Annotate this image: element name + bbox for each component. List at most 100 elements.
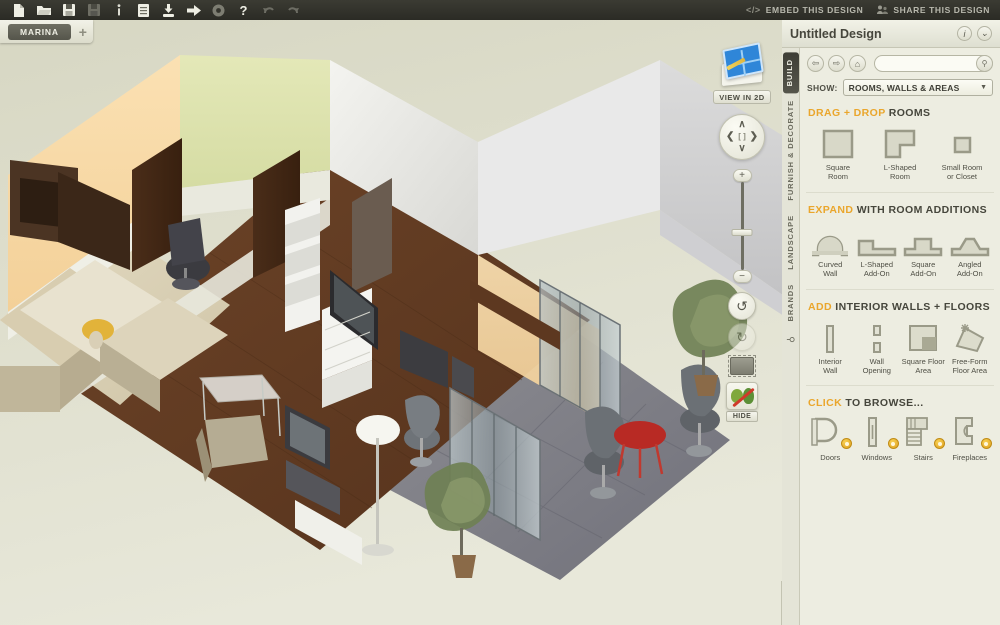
pan-left-icon[interactable]: ❮ [726,132,734,142]
open-folder-icon[interactable] [31,0,56,20]
save-icon[interactable] [56,0,81,20]
pan-up-icon[interactable]: ∧ [738,120,745,130]
tile-label-angled-addon: Angled Add-On [957,260,983,279]
tile-curved-wall[interactable]: Curved Wall [808,223,853,279]
document-tab-marina[interactable]: MARINA [8,24,71,40]
square-floor-area-icon [900,320,946,354]
tile-stairs[interactable]: Stairs [901,416,946,462]
pan-right-icon[interactable]: ❯ [750,132,758,142]
browse-badge-icon[interactable] [888,438,899,449]
section-room-additions: EXPAND WITH ROOM ADDITIONS Curved Wall L… [800,193,1000,279]
tile-label-wall-opening: Wall Opening [863,357,891,376]
tools-panel: Untitled Design i ⌄ BUILD FURNISH & DECO… [782,20,1000,625]
browse-badge-icon[interactable] [934,438,945,449]
l-shaped-room-icon [877,126,923,160]
info-icon[interactable] [106,0,131,20]
design-viewport-3d[interactable]: VIEW IN 2D ∧ ∨ ❮ ❯ [ ] + − ↺ ↻ [0,20,782,625]
tile-label-fireplaces: Fireplaces [952,453,987,462]
section-title-rest: INTERIOR WALLS + FLOORS [832,301,990,313]
help-question-icon[interactable]: ? [231,0,256,20]
viewport-controls: VIEW IN 2D ∧ ∨ ❮ ❯ [ ] + − ↺ ↻ [710,44,774,422]
people-share-icon [877,5,888,16]
hide-objects-button[interactable] [726,382,758,410]
tile-windows[interactable]: Windows [855,416,900,462]
tile-l-shaped-room[interactable]: L-Shaped Room [870,126,930,182]
tab-brands[interactable]: BRANDS [784,277,797,328]
section-title-highlight: EXPAND [808,204,853,216]
document-list-icon[interactable] [131,0,156,20]
floorplan-3d-render[interactable] [0,20,782,625]
catalog-search-icon[interactable]: ⚲ [785,337,796,344]
embed-design-label: EMBED THIS DESIGN [766,5,864,15]
pan-down-icon[interactable]: ∨ [738,144,745,154]
screenshot-icon[interactable] [730,357,754,375]
zoom-in-button[interactable]: + [733,169,752,182]
catalog-nav-row: ⇦ ⇨ ⌂ ⚲ [800,48,1000,72]
chevron-down-icon: ▼ [980,84,987,91]
rotate-right-button[interactable]: ↻ [728,323,756,351]
view-in-2d-label[interactable]: VIEW IN 2D [713,90,770,104]
section-click-to-browse: CLICK TO BROWSE... Doors [800,386,1000,462]
tile-small-room[interactable]: Small Room or Closet [932,126,992,182]
browse-badge-icon[interactable] [841,438,852,449]
settings-gear-icon[interactable] [206,0,231,20]
embed-design-button[interactable]: </> EMBED THIS DESIGN [746,5,863,15]
nav-back-button[interactable]: ⇦ [807,55,824,72]
zoom-out-button[interactable]: − [733,270,752,283]
recenter-icon[interactable]: [ ] [738,133,746,141]
hide-label[interactable]: HIDE [726,411,758,422]
section-title-rest: TO BROWSE... [842,397,923,409]
new-document-icon[interactable] [6,0,31,20]
tile-fireplaces[interactable]: Fireplaces [948,416,993,462]
search-input[interactable] [875,59,992,74]
zoom-slider-handle[interactable] [732,229,753,236]
stairs-art [900,416,946,450]
view-in-2d-button[interactable] [718,44,766,88]
tab-build[interactable]: BUILD [783,52,799,93]
tile-free-form-floor-area[interactable]: Free-Form Floor Area [948,320,993,376]
zoom-slider-control[interactable]: + − [733,169,752,283]
section-title-rest: ROOMS [885,107,930,119]
tile-square-room[interactable]: Square Room [808,126,868,182]
tile-doors[interactable]: Doors [808,416,853,462]
tile-wall-opening[interactable]: Wall Opening [855,320,900,376]
show-filter-select[interactable]: ROOMS, WALLS & AREAS ▼ [843,79,993,96]
tab-furnish-decorate[interactable]: FURNISH & DECORATE [784,93,797,208]
section-title-walls: ADD INTERIOR WALLS + FLOORS [808,301,992,313]
nav-forward-button[interactable]: ⇨ [828,55,845,72]
tile-square-addon[interactable]: Square Add-On [901,223,946,279]
angled-addon-icon [947,223,993,257]
tile-label-curved-wall: Curved Wall [818,260,842,279]
design-info-icon[interactable]: i [957,26,972,41]
zoom-slider-track[interactable] [741,182,744,270]
export-arrow-icon[interactable] [181,0,206,20]
add-tab-button[interactable]: + [79,25,87,39]
design-title: Untitled Design [790,27,882,41]
small-room-icon [939,126,985,160]
rotate-left-button[interactable]: ↺ [728,292,756,320]
code-brackets-icon: </> [746,5,761,15]
nav-home-button[interactable]: ⌂ [849,55,866,72]
tile-l-shaped-addon[interactable]: L-Shaped Add-On [855,223,900,279]
browse-badge-icon[interactable] [981,438,992,449]
design-more-icon[interactable]: ⌄ [977,26,992,41]
camera-navigation-pad[interactable]: ∧ ∨ ❮ ❯ [ ] [719,114,765,160]
doors-art [807,416,853,450]
tab-landscape[interactable]: LANDSCAPE [784,208,797,277]
section-interior-walls-floors: ADD INTERIOR WALLS + FLOORS Interior Wal… [800,290,1000,376]
download-icon[interactable] [156,0,181,20]
section-title-highlight: ADD [808,301,832,313]
tile-label-interior-wall: Interior Wall [819,357,842,376]
wall-opening-icon [854,320,900,354]
tile-square-floor-area[interactable]: Square Floor Area [901,320,946,376]
room-tiles: Square Room L-Shaped Room Small Room or … [808,126,992,182]
search-submit-icon[interactable]: ⚲ [976,55,993,72]
toolbar-icon-group: ? [0,0,306,20]
tile-angled-addon[interactable]: Angled Add-On [948,223,993,279]
tile-interior-wall[interactable]: Interior Wall [808,320,853,376]
catalog-search-field[interactable]: ⚲ [874,55,993,72]
share-design-label: SHARE THIS DESIGN [893,5,990,15]
tile-label-l-shaped-addon: L-Shaped Add-On [860,260,893,279]
homestyler-app: ? </> EMBED THIS DESIGN SHARE THIS DESIG… [0,0,1000,625]
share-design-button[interactable]: SHARE THIS DESIGN [877,5,990,16]
